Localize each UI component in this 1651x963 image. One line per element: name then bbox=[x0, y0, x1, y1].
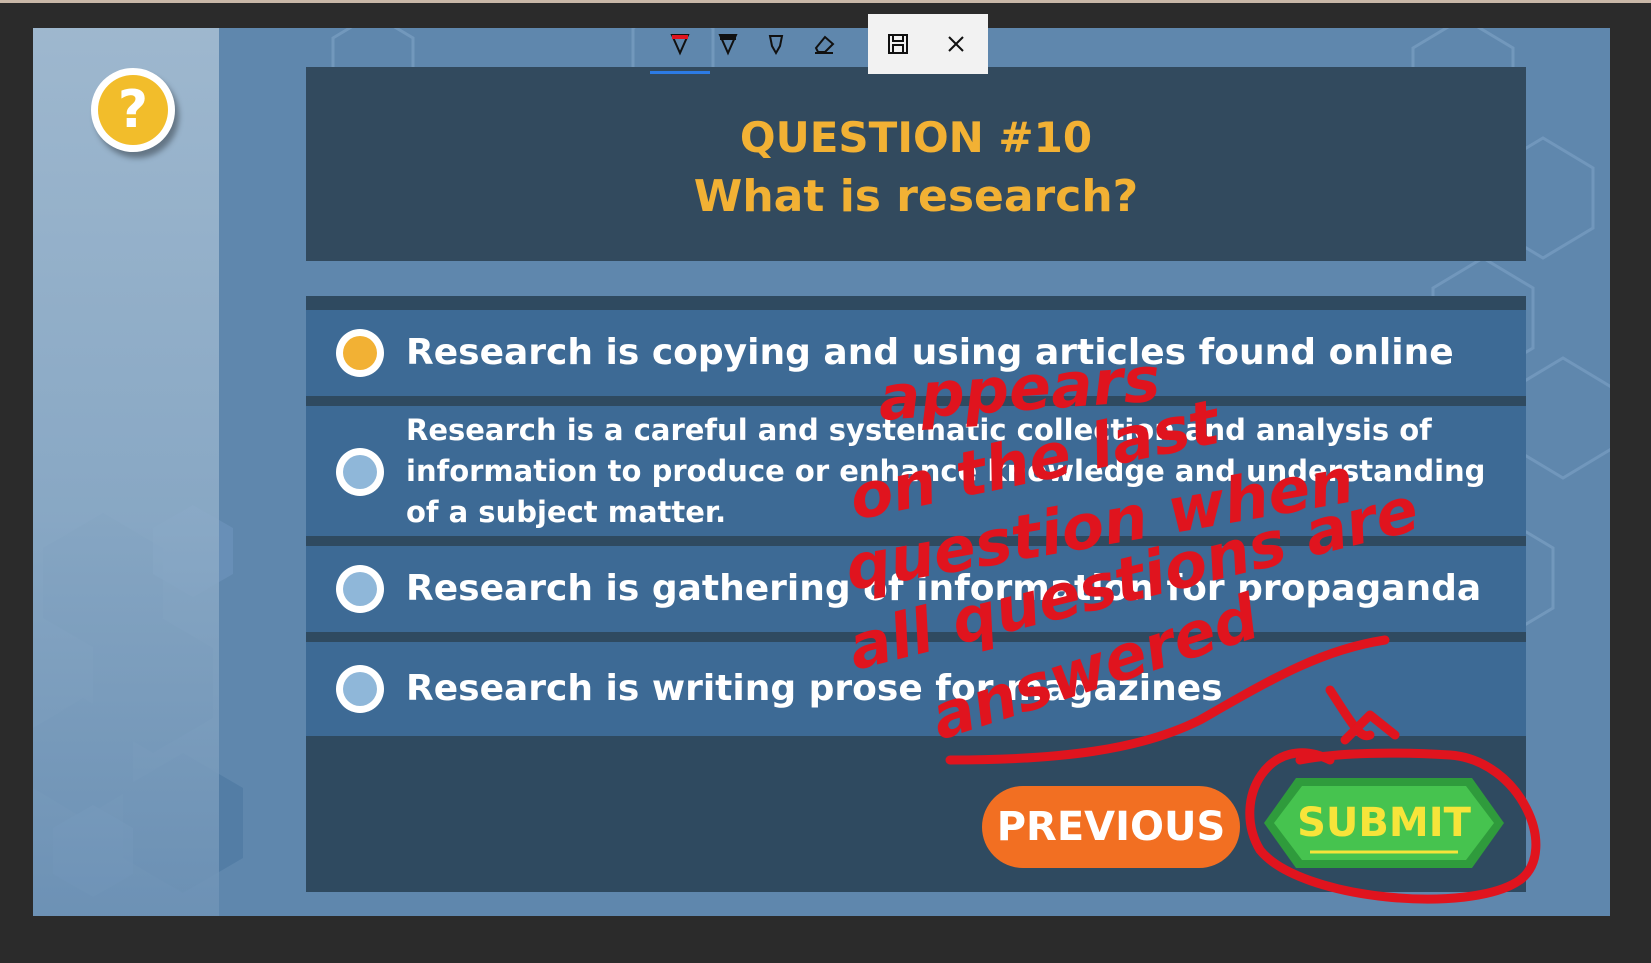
answer-text: Research is a careful and systematic col… bbox=[406, 413, 1486, 529]
radio-button[interactable] bbox=[336, 565, 384, 613]
answer-text: Research is gathering of information for… bbox=[406, 568, 1482, 609]
answer-option-1[interactable]: Research is copying and using articles f… bbox=[306, 310, 1526, 396]
answer-option-3[interactable]: Research is gathering of information for… bbox=[306, 546, 1526, 632]
eraser-icon[interactable] bbox=[806, 26, 842, 62]
answer-text: Research is copying and using articles f… bbox=[406, 332, 1454, 373]
radio-button[interactable] bbox=[336, 665, 384, 713]
close-icon[interactable] bbox=[938, 26, 974, 62]
question-text: What is research? bbox=[693, 171, 1139, 222]
answer-option-4[interactable]: Research is writing prose for magazines bbox=[306, 642, 1526, 736]
window-top-border bbox=[0, 0, 1651, 3]
answer-option-2[interactable]: Research is a careful and systematic col… bbox=[306, 406, 1526, 536]
question-header: QUESTION #10 What is research? bbox=[306, 67, 1526, 261]
highlighter-icon[interactable] bbox=[758, 26, 794, 62]
radio-button[interactable] bbox=[336, 448, 384, 496]
submit-label: SUBMIT bbox=[1297, 800, 1471, 846]
red-pen-icon[interactable] bbox=[650, 26, 710, 74]
black-pen-icon[interactable] bbox=[710, 26, 746, 62]
answer-text: Research is writing prose for magazines bbox=[406, 668, 1223, 709]
toolbar-actions bbox=[868, 14, 988, 74]
submit-button[interactable]: SUBMIT bbox=[1262, 776, 1506, 870]
ink-toolbar bbox=[650, 14, 988, 74]
previous-button[interactable]: PREVIOUS bbox=[982, 786, 1240, 868]
question-number: QUESTION #10 bbox=[739, 113, 1093, 162]
save-icon[interactable] bbox=[880, 26, 916, 62]
radio-button-selected[interactable] bbox=[336, 329, 384, 377]
